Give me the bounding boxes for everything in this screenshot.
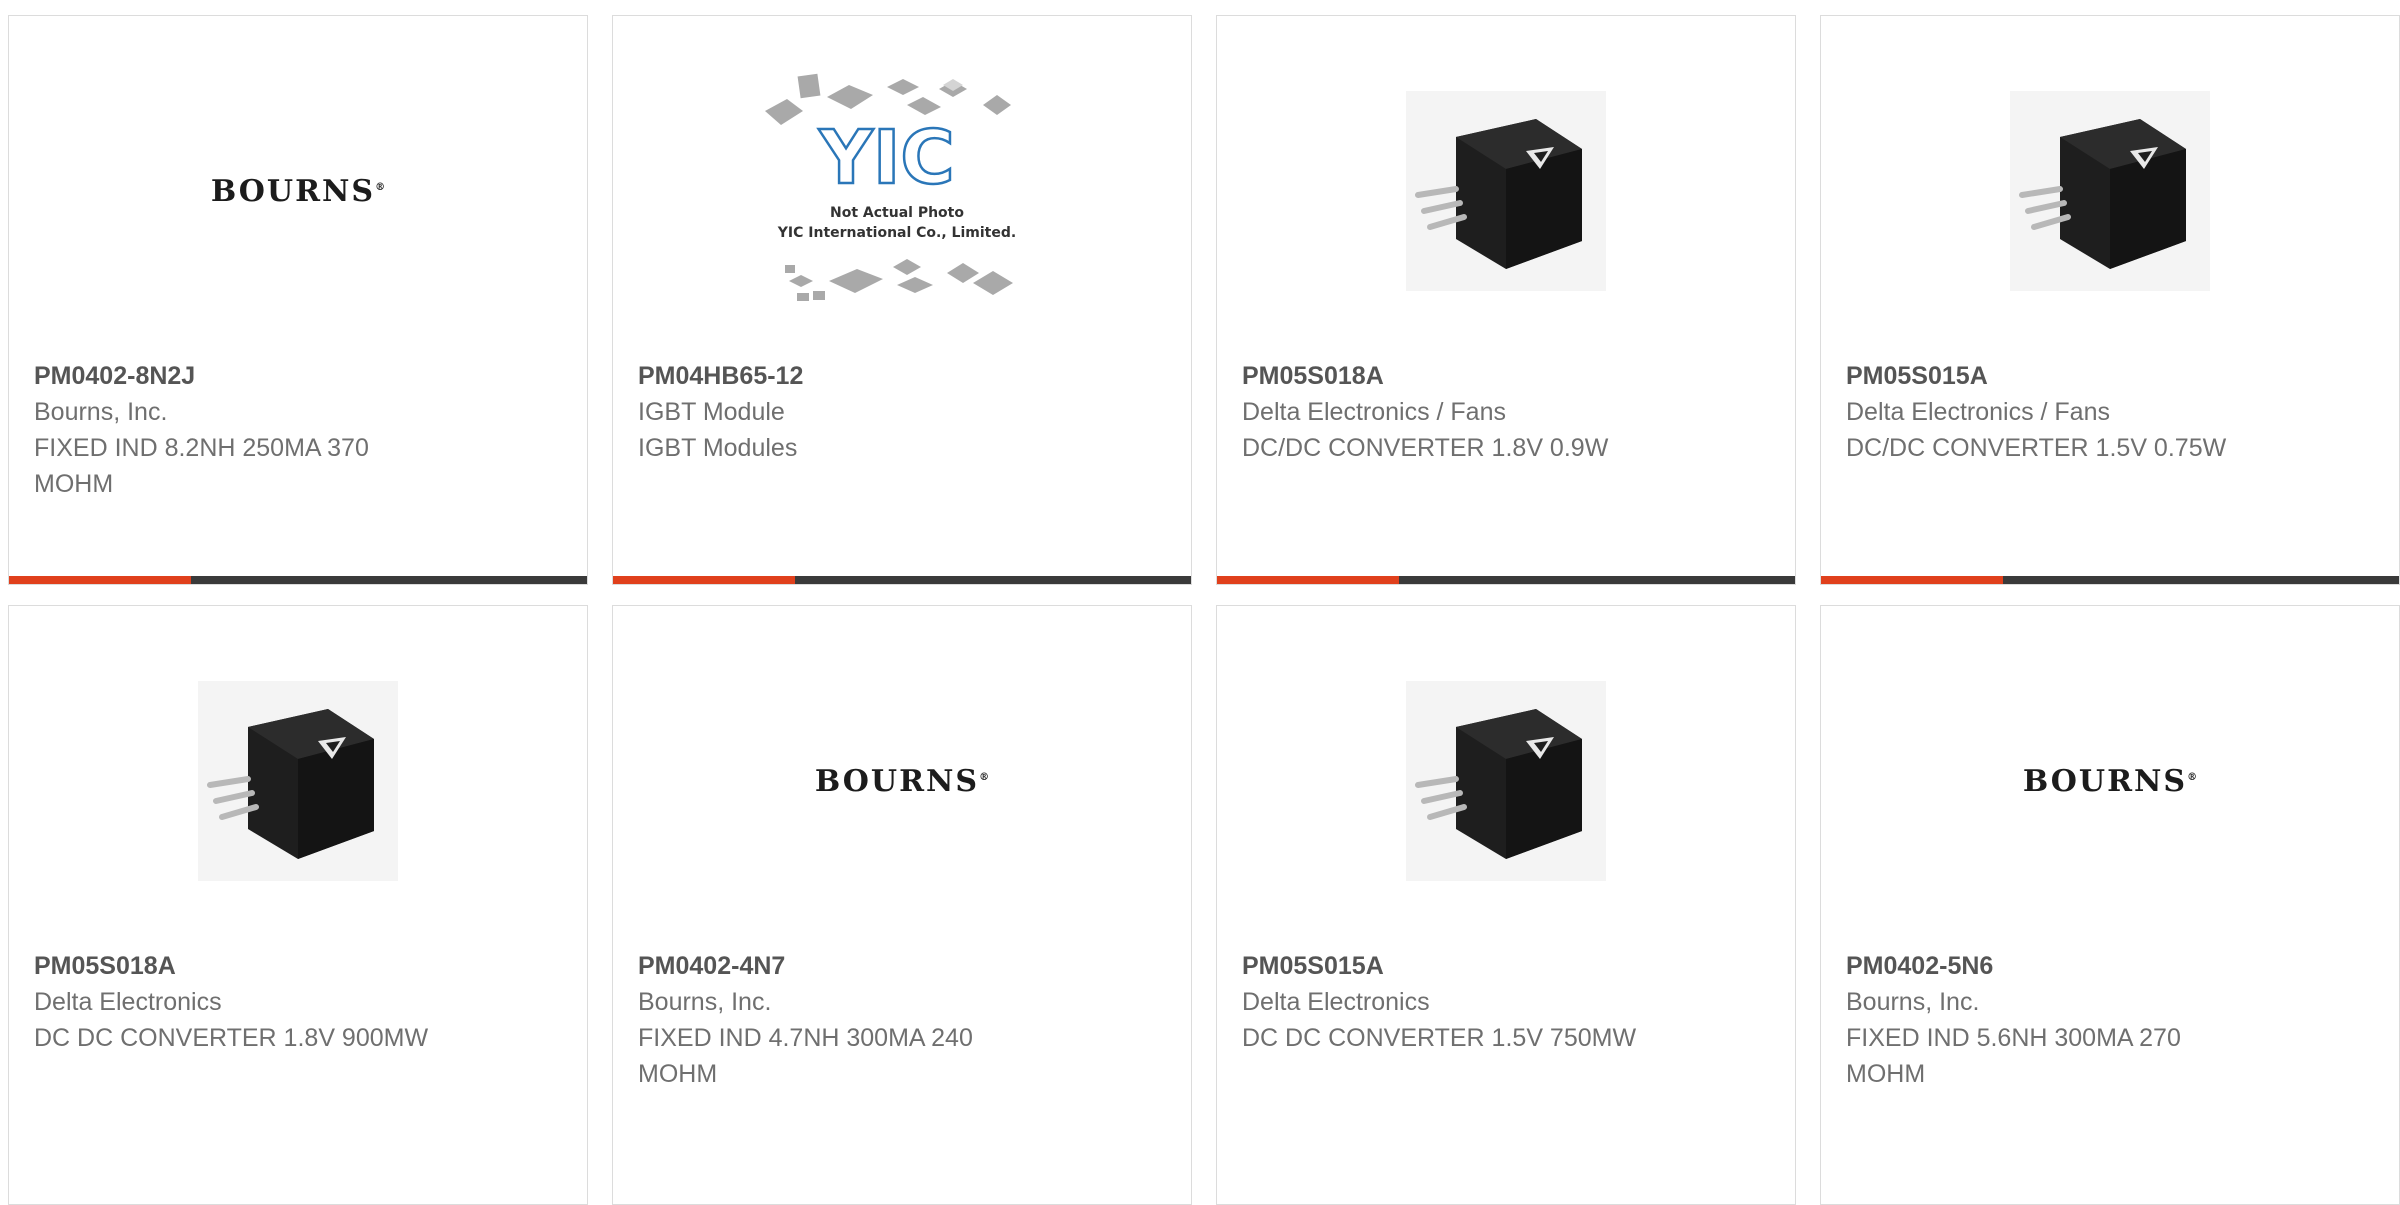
manufacturer: IGBT Module <box>638 398 785 426</box>
card-bottom-bar <box>1217 576 1795 584</box>
manufacturer: Delta Electronics / Fans <box>1846 398 2110 426</box>
product-card[interactable]: BOURNS® PM0402-5N6 Bourns, Inc. FIXED IN… <box>1820 605 2400 1205</box>
product-grid: BOURNS® PM0402-8N2J Bourns, Inc. FIXED I… <box>0 0 2400 1205</box>
product-image[interactable]: BOURNS® <box>1821 661 2399 901</box>
description: DC DC CONVERTER 1.8V 900MW <box>34 1024 429 1052</box>
part-number[interactable]: PM0402-8N2J <box>34 358 562 394</box>
card-accent <box>1217 576 1399 584</box>
card-accent <box>9 576 191 584</box>
manufacturer: Delta Electronics / Fans <box>1242 398 1506 426</box>
manufacturer: Delta Electronics <box>1242 988 1430 1016</box>
card-bottom-bar <box>1821 576 2399 584</box>
product-card[interactable]: PM05S018A Delta Electronics / Fans DC/DC… <box>1216 15 1796 585</box>
manufacturer: Delta Electronics <box>34 988 222 1016</box>
bourns-logo: BOURNS® <box>210 173 386 209</box>
converter-photo <box>1406 91 1606 291</box>
product-image[interactable]: YIC Not Actual Photo YIC International C… <box>613 71 1191 311</box>
card-bottom-bar <box>9 576 587 584</box>
product-image[interactable]: BOURNS® <box>613 661 1191 901</box>
manufacturer: Bourns, Inc. <box>34 398 168 426</box>
product-image[interactable] <box>1217 71 1795 311</box>
card-bottom-bar <box>613 576 1191 584</box>
yic-logo: YIC <box>818 115 954 201</box>
description: IGBT Modules <box>638 434 798 462</box>
part-number[interactable]: PM04HB65-12 <box>638 358 1166 394</box>
description: FIXED IND 5.6NH 300MA 270 MOHM <box>1846 1024 2181 1088</box>
bourns-logo: BOURNS® <box>814 763 990 799</box>
placeholder-company: YIC International Co., Limited. <box>777 225 1016 241</box>
not-actual-photo-placeholder: YIC Not Actual Photo YIC International C… <box>765 73 1016 301</box>
part-number[interactable]: PM0402-5N6 <box>1846 948 2374 984</box>
description: DC/DC CONVERTER 1.8V 0.9W <box>1242 434 1609 462</box>
manufacturer: Bourns, Inc. <box>638 988 772 1016</box>
converter-photo <box>2010 91 2210 291</box>
product-card[interactable]: YIC Not Actual Photo YIC International C… <box>612 15 1192 585</box>
card-accent <box>1821 576 2003 584</box>
product-card[interactable]: PM05S015A Delta Electronics / Fans DC/DC… <box>1820 15 2400 585</box>
card-accent <box>613 576 795 584</box>
part-number[interactable]: PM05S018A <box>1242 358 1770 394</box>
converter-photo <box>198 681 398 881</box>
product-card[interactable]: BOURNS® PM0402-8N2J Bourns, Inc. FIXED I… <box>8 15 588 585</box>
converter-photo <box>1406 681 1606 881</box>
product-card[interactable]: PM05S018A Delta Electronics DC DC CONVER… <box>8 605 588 1205</box>
description: DC/DC CONVERTER 1.5V 0.75W <box>1846 434 2227 462</box>
description: FIXED IND 4.7NH 300MA 240 MOHM <box>638 1024 973 1088</box>
product-image[interactable] <box>1217 661 1795 901</box>
product-image[interactable] <box>1821 71 2399 311</box>
part-number[interactable]: PM0402-4N7 <box>638 948 1166 984</box>
placeholder-caption: Not Actual Photo <box>830 205 964 221</box>
product-card[interactable]: PM05S015A Delta Electronics DC DC CONVER… <box>1216 605 1796 1205</box>
product-image[interactable] <box>9 661 587 901</box>
part-number[interactable]: PM05S015A <box>1242 948 1770 984</box>
product-image[interactable]: BOURNS® <box>9 71 587 311</box>
description: FIXED IND 8.2NH 250MA 370 MOHM <box>34 434 369 498</box>
part-number[interactable]: PM05S018A <box>34 948 562 984</box>
part-number[interactable]: PM05S015A <box>1846 358 2374 394</box>
description: DC DC CONVERTER 1.5V 750MW <box>1242 1024 1637 1052</box>
manufacturer: Bourns, Inc. <box>1846 988 1980 1016</box>
product-card[interactable]: BOURNS® PM0402-4N7 Bourns, Inc. FIXED IN… <box>612 605 1192 1205</box>
bourns-logo: BOURNS® <box>2022 763 2198 799</box>
